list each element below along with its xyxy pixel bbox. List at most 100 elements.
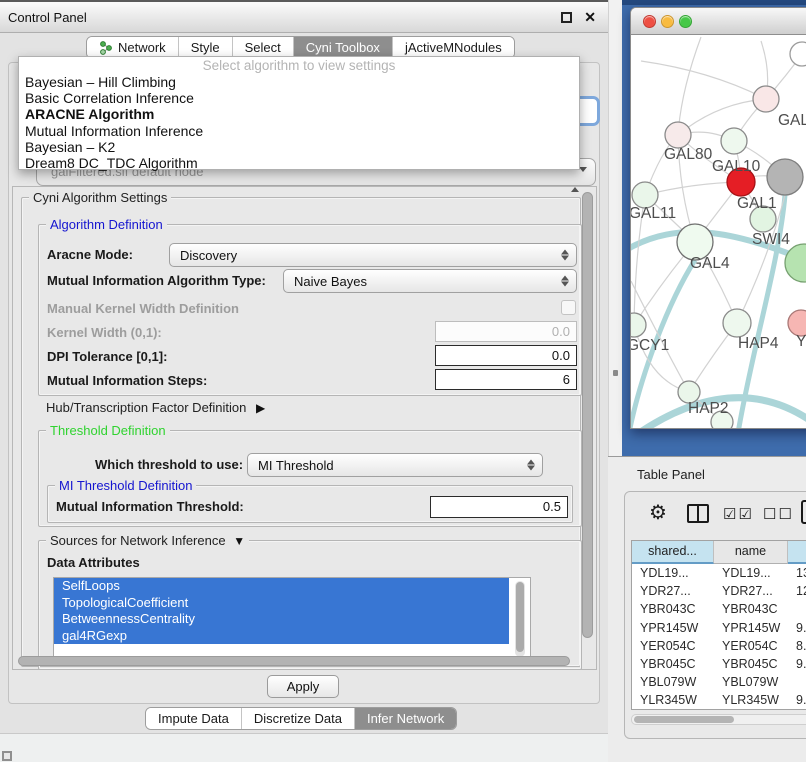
- node-gray[interactable]: [767, 159, 803, 195]
- attribute-list-item[interactable]: TopologicalCoefficient: [54, 595, 509, 612]
- dpi-tolerance-field[interactable]: 0.0: [435, 345, 577, 366]
- float-window-icon[interactable]: [561, 12, 572, 23]
- algorithm-option[interactable]: Bayesian – Hill Climbing: [19, 74, 579, 90]
- hub-definition-expander[interactable]: Hub/Transcription Factor Definition ▶: [46, 400, 265, 415]
- tab-cyni-toolbox[interactable]: Cyni Toolbox: [294, 37, 393, 58]
- tab-discretize-data[interactable]: Discretize Data: [242, 708, 355, 729]
- new-column-icon[interactable]: [801, 500, 806, 524]
- sources-title[interactable]: Sources for Network Inference ▼: [46, 533, 249, 548]
- algorithm-definition-title: Algorithm Definition: [46, 217, 167, 232]
- close-traffic-light-icon[interactable]: [643, 15, 656, 28]
- table-row[interactable]: YIL052CYIL052C9.: [632, 710, 806, 711]
- manual-kernel-label: Manual Kernel Width Definition: [47, 301, 239, 316]
- network-edge[interactable]: [678, 99, 766, 135]
- mi-type-combobox[interactable]: Naive Bayes: [283, 269, 577, 293]
- algorithm-option[interactable]: Dream8 DC_TDC Algorithm: [19, 155, 579, 171]
- manual-kernel-checkbox[interactable]: [561, 300, 576, 315]
- node-gcy1[interactable]: [631, 313, 646, 337]
- tab-network[interactable]: Network: [87, 37, 179, 58]
- which-threshold-combobox[interactable]: MI Threshold: [247, 453, 543, 477]
- settings-horizontal-scrollbar[interactable]: [16, 655, 582, 667]
- table-row[interactable]: YDR27...YDR27...12: [632, 582, 806, 600]
- table-cell: 9.: [788, 710, 806, 711]
- minimize-traffic-light-icon[interactable]: [661, 15, 674, 28]
- node-green-right[interactable]: [785, 244, 806, 282]
- threshold-definition-group: Threshold Definition Which threshold to …: [38, 430, 582, 527]
- tab-style[interactable]: Style: [179, 37, 233, 58]
- zoom-traffic-light-icon[interactable]: [679, 15, 692, 28]
- table-cell: [788, 673, 806, 691]
- control-panel-window: Control Panel ✕ Network Style Select Cyn…: [0, 0, 608, 734]
- table-column-header[interactable]: shared...: [632, 541, 714, 564]
- table-row[interactable]: YDL19...YDL19...13: [632, 564, 806, 582]
- table-column-header[interactable]: name: [714, 541, 788, 564]
- attribute-list-item[interactable]: BetweennessCentrality: [54, 611, 509, 628]
- table-row[interactable]: YLR345WYLR345W9.: [632, 691, 806, 709]
- table-column-header[interactable]: [788, 541, 806, 564]
- tab-select[interactable]: Select: [233, 37, 294, 58]
- network-edge[interactable]: [678, 37, 701, 135]
- node-hap4[interactable]: [723, 309, 751, 337]
- network-edge[interactable]: [641, 61, 766, 99]
- kernel-width-field[interactable]: 0.0: [435, 321, 577, 342]
- table-cell: YDL19...: [632, 564, 714, 582]
- node-label: GAL80: [664, 146, 713, 163]
- attribute-list-item[interactable]: gal4RGexp: [54, 628, 509, 645]
- network-window-titlebar[interactable]: [631, 8, 806, 35]
- settings-hscroll-thumb[interactable]: [18, 656, 570, 666]
- node-gal7[interactable]: [753, 86, 779, 112]
- dpi-tolerance-label: DPI Tolerance [0,1]:: [47, 349, 167, 364]
- node-gal80[interactable]: [665, 122, 691, 148]
- table-row[interactable]: YPR145WYPR145W9.: [632, 619, 806, 637]
- node-label: HAP2: [688, 400, 729, 417]
- combo-spinner-icon: [527, 460, 535, 471]
- node-label: Y: [796, 333, 806, 350]
- table-cell: YDL19...: [714, 564, 788, 582]
- table-row[interactable]: YBL079WYBL079W: [632, 673, 806, 691]
- aracne-mode-combobox[interactable]: Discovery: [169, 243, 577, 267]
- mi-steps-label: Mutual Information Steps:: [47, 373, 207, 388]
- table-cell: YER054C: [632, 637, 714, 655]
- tab-cyni-toolbox-label: Cyni Toolbox: [306, 40, 380, 55]
- table-cell: YBL079W: [632, 673, 714, 691]
- algorithm-option[interactable]: Basic Correlation Inference: [19, 90, 579, 106]
- which-threshold-label: Which threshold to use:: [95, 457, 243, 472]
- node-gal10[interactable]: [721, 128, 747, 154]
- algorithm-option-selected[interactable]: ARACNE Algorithm: [19, 106, 579, 122]
- data-attributes-list[interactable]: SelfLoopsTopologicalCoefficientBetweenne…: [53, 577, 531, 661]
- table-panel-title: Table Panel: [637, 467, 705, 482]
- table-row[interactable]: YBR045CYBR045C9.: [632, 655, 806, 673]
- table-panel-body: ⚙ ☑☑ ☐☐ shared...name YDL19...YDL19...13…: [624, 491, 806, 739]
- network-graph-canvas[interactable]: GAL7GAL80GAL10GAL1GAL11SWI4GAL4GCY1HAP4Y…: [631, 35, 806, 429]
- column-split-icon[interactable]: [687, 504, 709, 523]
- splitpane-divider[interactable]: [608, 0, 622, 456]
- table-row[interactable]: YER054CYER054C8.: [632, 637, 806, 655]
- mi-steps-field[interactable]: 6: [435, 369, 577, 390]
- settings-vscroll-thumb[interactable]: [582, 192, 593, 638]
- table-panel-section: Table Panel ⚙ ☑☑ ☐☐ shared...name YDL19.…: [608, 456, 806, 762]
- table-settings-gear-icon[interactable]: ⚙: [649, 500, 667, 525]
- mi-threshold-field[interactable]: 0.5: [430, 496, 568, 518]
- deselect-all-columns-icon[interactable]: ☐☐: [763, 505, 794, 523]
- window-grip-icon[interactable]: [2, 751, 12, 761]
- tab-impute-data[interactable]: Impute Data: [146, 708, 242, 729]
- algorithm-option[interactable]: Mutual Information Inference: [19, 123, 579, 139]
- select-all-columns-icon[interactable]: ☑☑: [723, 505, 754, 523]
- tab-impute-data-label: Impute Data: [158, 711, 229, 726]
- attribute-list-item[interactable]: SelfLoops: [54, 578, 509, 595]
- table-hscroll-thumb[interactable]: [634, 716, 734, 723]
- network-window[interactable]: GAL7GAL80GAL10GAL1GAL11SWI4GAL4GCY1HAP4Y…: [630, 7, 806, 429]
- tab-jactivemnodules[interactable]: jActiveMNodules: [393, 37, 514, 58]
- table-cell: YIL052C: [632, 710, 714, 711]
- list-scrollbar-thumb[interactable]: [516, 582, 524, 652]
- tab-infer-network[interactable]: Infer Network: [355, 708, 456, 729]
- node-partial-top[interactable]: [790, 42, 806, 66]
- table-horizontal-scrollbar[interactable]: [631, 714, 806, 725]
- apply-button[interactable]: Apply: [267, 675, 339, 698]
- cyni-bottom-tabbar: Impute Data Discretize Data Infer Networ…: [145, 707, 457, 730]
- list-scrollbar[interactable]: [515, 581, 525, 657]
- settings-vertical-scrollbar[interactable]: [581, 190, 594, 654]
- table-row[interactable]: YBR043CYBR043C: [632, 600, 806, 618]
- close-icon[interactable]: ✕: [584, 9, 596, 26]
- algorithm-option[interactable]: Bayesian – K2: [19, 139, 579, 155]
